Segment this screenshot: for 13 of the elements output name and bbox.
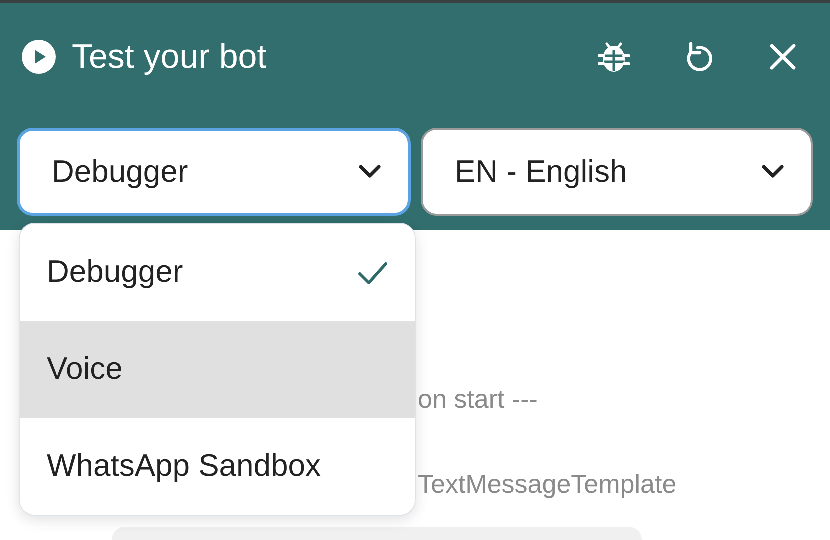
play-icon	[22, 40, 56, 74]
log-text: on start ---	[418, 384, 538, 414]
close-icon[interactable]	[770, 44, 796, 70]
panel-title: Test your bot	[72, 40, 267, 74]
menu-item[interactable]: Debugger	[20, 224, 415, 321]
menu-item[interactable]: Voice	[20, 321, 415, 418]
bug-icon[interactable]	[598, 40, 630, 74]
chevron-icon	[358, 164, 382, 180]
select-field[interactable]: EN - English	[421, 128, 813, 216]
select-field[interactable]: Debugger	[17, 128, 411, 216]
menu-item[interactable]: WhatsApp Sandbox	[20, 418, 415, 515]
log-text: TextMessageTemplate	[418, 469, 677, 499]
chevron-icon	[761, 164, 785, 180]
